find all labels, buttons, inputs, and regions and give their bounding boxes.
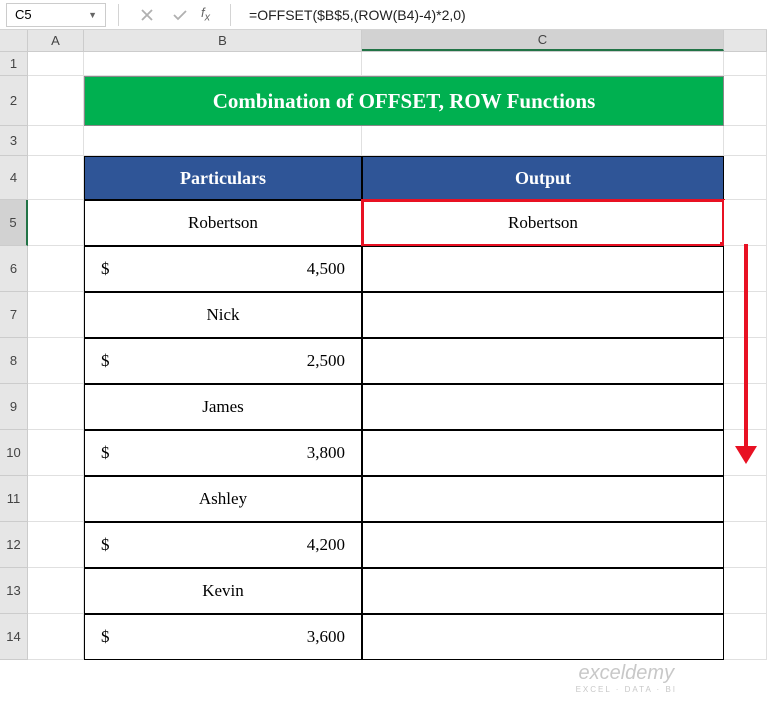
cell-b5[interactable]: Robertson [84, 200, 362, 246]
cell-c7[interactable] [362, 292, 724, 338]
row-header-3[interactable]: 3 [0, 126, 28, 156]
cell-d11[interactable] [724, 476, 767, 522]
cell-a2[interactable] [28, 76, 84, 126]
watermark-subtext: EXCEL · DATA · BI [576, 685, 677, 694]
cell-d2[interactable] [724, 76, 767, 126]
col-header-c[interactable]: C [362, 30, 724, 51]
row-header-10[interactable]: 10 [0, 430, 28, 476]
cell-b1[interactable] [84, 52, 362, 76]
formula-input[interactable] [243, 3, 767, 27]
row-header-5[interactable]: 5 [0, 200, 28, 246]
cell-d3[interactable] [724, 126, 767, 156]
row-header-9[interactable]: 9 [0, 384, 28, 430]
cell-c6[interactable] [362, 246, 724, 292]
cell-c8[interactable] [362, 338, 724, 384]
watermark-text: exceldemy [576, 662, 677, 685]
row-header-2[interactable]: 2 [0, 76, 28, 126]
cell-b6[interactable]: $4,500 [84, 246, 362, 292]
row-header-1[interactable]: 1 [0, 52, 28, 76]
cell-c9[interactable] [362, 384, 724, 430]
row-header-6[interactable]: 6 [0, 246, 28, 292]
row-header-4[interactable]: 4 [0, 156, 28, 200]
cell-c1[interactable] [362, 52, 724, 76]
row-header-7[interactable]: 7 [0, 292, 28, 338]
col-header-a[interactable]: A [28, 30, 84, 51]
cell-d4[interactable] [724, 156, 767, 200]
header-particulars[interactable]: Particulars [84, 156, 362, 200]
arrow-line [744, 244, 748, 446]
col-header-b[interactable]: B [84, 30, 362, 51]
cell-a1[interactable] [28, 52, 84, 76]
cell-b13[interactable]: Kevin [84, 568, 362, 614]
cell-d5[interactable] [724, 200, 767, 246]
drag-down-arrow-annotation [733, 244, 759, 464]
cell-d1[interactable] [724, 52, 767, 76]
cell-d13[interactable] [724, 568, 767, 614]
formula-bar: C5 ▼ fx [0, 0, 767, 30]
row-header-14[interactable]: 14 [0, 614, 28, 660]
cell-a5[interactable] [28, 200, 84, 246]
spreadsheet-grid: 1 2 Combination of OFFSET, ROW Functions… [0, 52, 767, 660]
divider [118, 4, 119, 26]
cell-b10[interactable]: $3,800 [84, 430, 362, 476]
cell-b7[interactable]: Nick [84, 292, 362, 338]
cell-a13[interactable] [28, 568, 84, 614]
row-header-11[interactable]: 11 [0, 476, 28, 522]
cell-b3[interactable] [84, 126, 362, 156]
cell-b9[interactable]: James [84, 384, 362, 430]
cell-a9[interactable] [28, 384, 84, 430]
cell-b11[interactable]: Ashley [84, 476, 362, 522]
select-all-corner[interactable] [0, 30, 28, 51]
cell-b8[interactable]: $2,500 [84, 338, 362, 384]
title-cell[interactable]: Combination of OFFSET, ROW Functions [84, 76, 724, 126]
cell-a7[interactable] [28, 292, 84, 338]
header-output[interactable]: Output [362, 156, 724, 200]
cell-a4[interactable] [28, 156, 84, 200]
cell-c10[interactable] [362, 430, 724, 476]
cell-a3[interactable] [28, 126, 84, 156]
cell-a14[interactable] [28, 614, 84, 660]
column-headers: A B C [0, 30, 767, 52]
cell-c11[interactable] [362, 476, 724, 522]
cell-a8[interactable] [28, 338, 84, 384]
arrow-down-icon [735, 446, 757, 464]
cell-a10[interactable] [28, 430, 84, 476]
fx-icon[interactable]: fx [201, 5, 210, 24]
cell-c13[interactable] [362, 568, 724, 614]
cell-c5-selected[interactable]: Robertson [362, 200, 724, 246]
cell-c3[interactable] [362, 126, 724, 156]
watermark: exceldemy EXCEL · DATA · BI [576, 662, 677, 694]
name-box[interactable]: C5 ▼ [6, 3, 106, 27]
col-header-blank[interactable] [724, 30, 767, 51]
divider [230, 4, 231, 26]
row-header-13[interactable]: 13 [0, 568, 28, 614]
cell-d12[interactable] [724, 522, 767, 568]
cell-a6[interactable] [28, 246, 84, 292]
cell-c14[interactable] [362, 614, 724, 660]
cell-c5-value: Robertson [508, 213, 578, 233]
cell-d14[interactable] [724, 614, 767, 660]
cell-a11[interactable] [28, 476, 84, 522]
cell-b12[interactable]: $4,200 [84, 522, 362, 568]
cell-c12[interactable] [362, 522, 724, 568]
name-box-dropdown-icon[interactable]: ▼ [88, 10, 97, 20]
cancel-icon[interactable] [141, 9, 153, 21]
name-box-value: C5 [15, 7, 32, 22]
cell-a12[interactable] [28, 522, 84, 568]
enter-icon[interactable] [173, 9, 187, 21]
row-header-8[interactable]: 8 [0, 338, 28, 384]
row-header-12[interactable]: 12 [0, 522, 28, 568]
cell-b14[interactable]: $3,600 [84, 614, 362, 660]
